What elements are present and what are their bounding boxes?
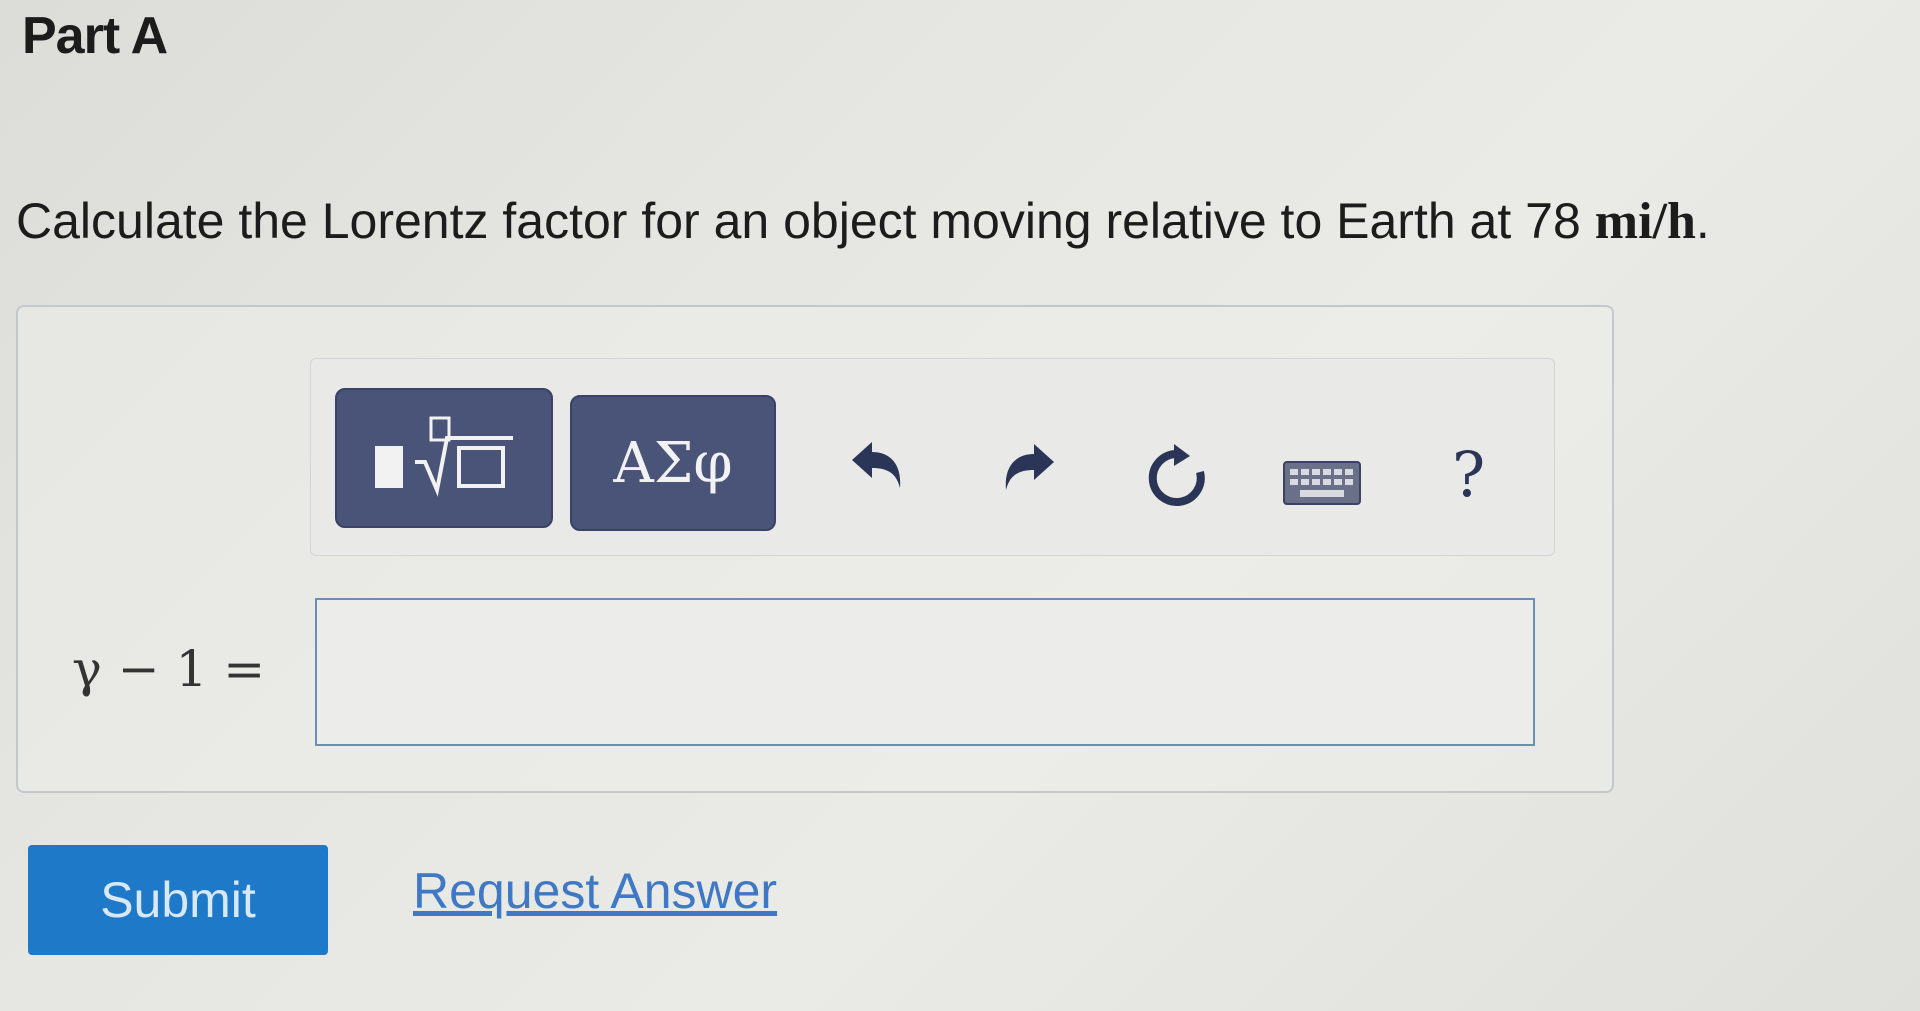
answer-label: γ − 1 = bbox=[72, 640, 266, 698]
templates-button[interactable] bbox=[335, 388, 553, 528]
part-title: Part A bbox=[22, 7, 168, 65]
square-root-template-icon bbox=[375, 416, 513, 497]
redo-button[interactable] bbox=[1000, 440, 1060, 501]
reset-icon bbox=[1148, 444, 1205, 506]
question-unit: mi/h bbox=[1594, 193, 1696, 250]
question-period: . bbox=[1695, 193, 1710, 249]
undo-icon bbox=[852, 442, 901, 488]
undo-button[interactable] bbox=[846, 438, 906, 499]
keyboard-button[interactable] bbox=[1282, 460, 1362, 511]
answer-input[interactable] bbox=[315, 598, 1535, 746]
reset-button[interactable] bbox=[1142, 442, 1212, 517]
question-text: Calculate the Lorentz factor for an obje… bbox=[16, 192, 1710, 251]
symbols-button[interactable]: ΑΣφ bbox=[570, 395, 776, 531]
keyboard-icon bbox=[1283, 461, 1361, 505]
request-answer-link[interactable]: Request Answer bbox=[413, 862, 777, 920]
redo-icon bbox=[1005, 444, 1054, 490]
question-prompt: Calculate the Lorentz factor for an obje… bbox=[16, 193, 1581, 249]
submit-button[interactable]: Submit bbox=[28, 845, 328, 955]
help-icon[interactable]: ? bbox=[1452, 438, 1485, 511]
